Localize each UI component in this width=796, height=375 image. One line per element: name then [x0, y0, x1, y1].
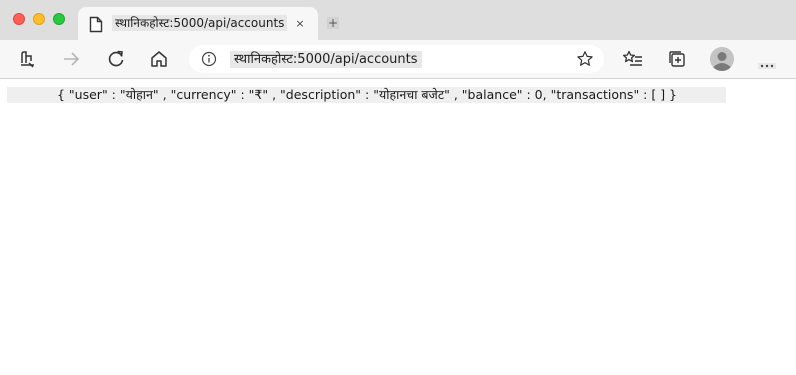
url-text[interactable]: स्थानिकहोस्ट:5000/api/accounts: [230, 51, 422, 68]
json-response-text: { "user" : "योहान" , "currency" : "₹" , …: [7, 87, 726, 103]
star-icon[interactable]: [576, 50, 594, 68]
info-icon[interactable]: [201, 51, 217, 67]
tab-close-button[interactable]: ×: [294, 18, 306, 30]
home-icon[interactable]: [148, 48, 170, 70]
tab-strip: स्थानिकहोस्ट:5000/api/accounts × +: [0, 0, 796, 40]
tab-accounts[interactable]: स्थानिकहोस्ट:5000/api/accounts ×: [78, 7, 318, 40]
address-bar[interactable]: स्थानिकहोस्ट:5000/api/accounts: [189, 45, 604, 73]
browser-window: स्थानिकहोस्ट:5000/api/accounts × + स्थान…: [0, 0, 796, 375]
window-minimize-button[interactable]: [33, 13, 45, 25]
collections-icon[interactable]: [666, 48, 688, 70]
tab-title: स्थानिकहोस्ट:5000/api/accounts: [112, 15, 288, 31]
page-icon: [89, 16, 103, 33]
window-maximize-button[interactable]: [53, 13, 65, 25]
back-icon[interactable]: [60, 48, 82, 70]
new-tab-button[interactable]: +: [327, 17, 339, 29]
window-close-button[interactable]: [13, 13, 25, 25]
favorites-icon[interactable]: [622, 48, 644, 70]
toolbar: स्थानिकहोस्ट:5000/api/accounts: [0, 40, 796, 79]
more-icon[interactable]: [758, 55, 776, 69]
avatar-icon[interactable]: [710, 47, 734, 71]
refresh-icon[interactable]: [105, 48, 127, 70]
page-content: { "user" : "योहान" , "currency" : "₹" , …: [0, 79, 796, 375]
reading-mode-icon[interactable]: [17, 48, 39, 70]
